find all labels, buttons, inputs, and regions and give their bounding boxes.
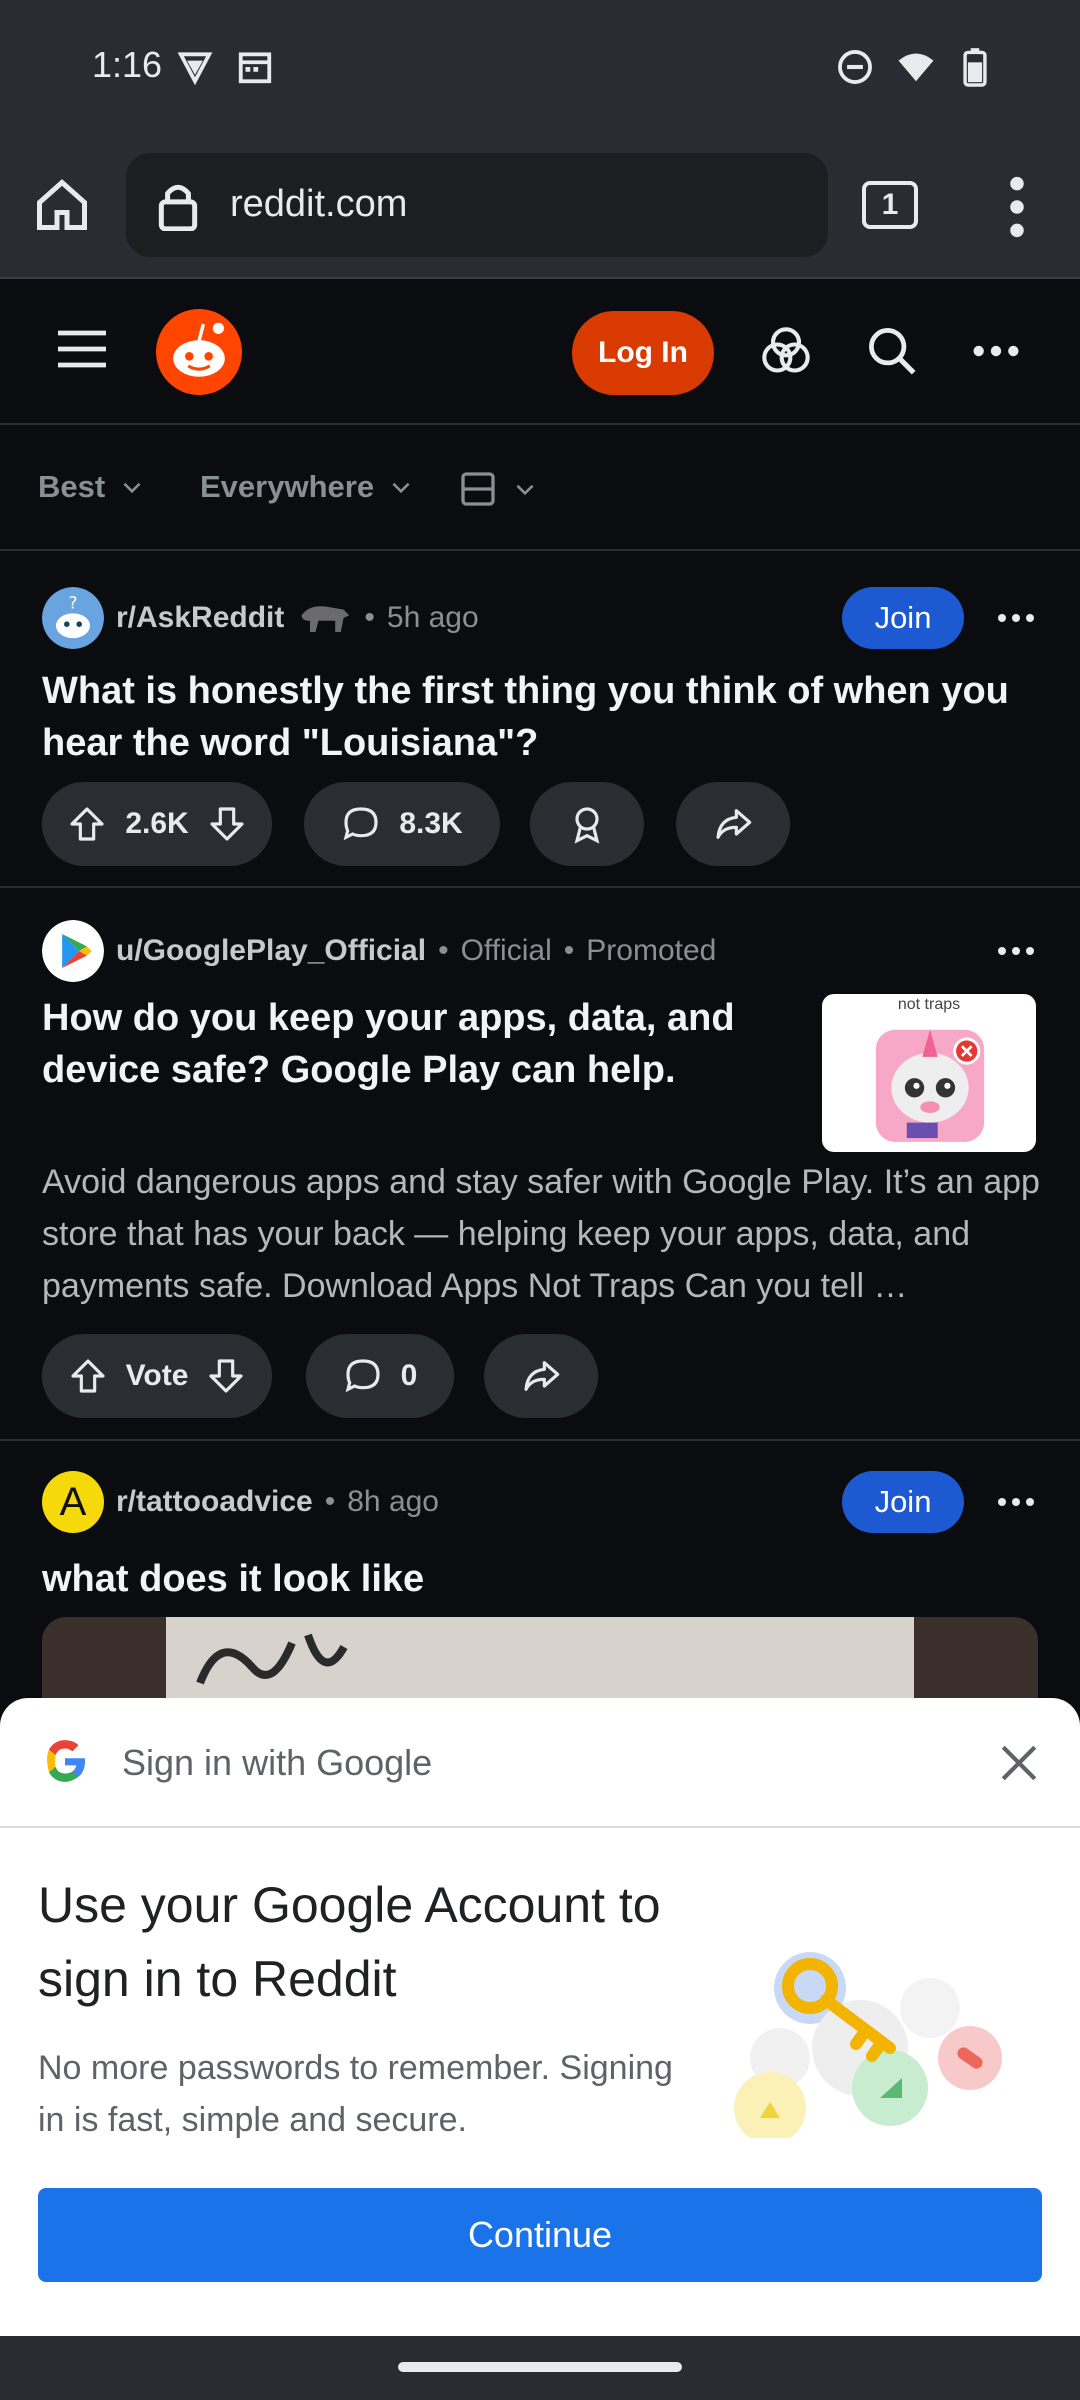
thumbnail-caption: not traps — [897, 996, 961, 1013]
comments-button[interactable]: 0 — [306, 1334, 454, 1418]
meta-separator: • — [563, 934, 575, 967]
subreddit-name[interactable]: r/tattooadvice — [116, 1485, 313, 1519]
home-icon[interactable] — [32, 175, 92, 235]
vote-label: Vote — [125, 1359, 189, 1392]
card-view-icon — [461, 472, 495, 506]
unicorn-character-image — [875, 1029, 985, 1142]
post-title[interactable]: What is honestly the first thing you thi… — [42, 665, 1042, 769]
share-icon — [524, 1361, 560, 1391]
comment-icon — [345, 1359, 380, 1393]
meta-separator: • — [324, 1485, 336, 1518]
downvote-icon[interactable] — [206, 1356, 246, 1396]
more-options-icon[interactable] — [970, 325, 1022, 377]
status-time: 1:16 — [92, 44, 163, 85]
share-button[interactable] — [676, 782, 790, 866]
vpn-shield-icon — [177, 52, 213, 86]
url-text: reddit.com — [230, 183, 408, 225]
google-play-avatar[interactable] — [42, 920, 104, 982]
hamburger-menu-icon[interactable] — [58, 329, 106, 369]
sheet-header: Sign in with Google — [0, 1698, 1080, 1828]
do-not-disturb-icon — [838, 50, 872, 84]
tattoo-ink-image — [196, 1633, 348, 1685]
vote-count: 2.6K — [125, 807, 189, 840]
comment-count: 8.3K — [399, 807, 463, 840]
promoted-post-card[interactable]: u/GooglePlay_Official • Official • Promo… — [0, 888, 1080, 1441]
search-icon[interactable] — [866, 325, 918, 377]
award-icon — [574, 807, 600, 844]
sort-dropdown[interactable]: Best — [38, 469, 145, 505]
post-meta: A r/tattooadvice • 8h ago — [42, 1471, 439, 1533]
comment-icon — [343, 807, 378, 841]
post-more-icon[interactable] — [996, 943, 1036, 959]
meta-separator: • — [364, 601, 375, 634]
status-left-icons — [176, 48, 274, 86]
address-bar[interactable]: reddit.com — [126, 153, 828, 257]
feed-sort-bar: Best Everywhere — [0, 425, 1080, 551]
reddit-logo-icon[interactable] — [156, 309, 242, 395]
browser-toolbar: reddit.com 1 — [0, 135, 1080, 277]
vote-pill: 2.6K — [42, 782, 272, 866]
share-button[interactable] — [484, 1334, 598, 1418]
downvote-icon[interactable] — [207, 804, 247, 844]
promoted-label: Promoted — [586, 934, 717, 967]
chevron-down-icon — [123, 482, 141, 494]
subreddit-avatar[interactable]: A — [42, 1471, 104, 1533]
google-sign-in-sheet: Sign in with Google Use your Google Acco… — [0, 1698, 1080, 2336]
gesture-handle[interactable] — [398, 2362, 682, 2372]
subreddit-name[interactable]: r/AskReddit — [116, 601, 284, 635]
upvote-icon[interactable] — [68, 1356, 108, 1396]
post-time: 5h ago — [386, 601, 479, 634]
location-dropdown[interactable]: Everywhere — [200, 469, 414, 505]
continue-button[interactable]: Continue — [38, 2188, 1042, 2282]
chevron-down-icon — [392, 482, 410, 494]
post-title[interactable]: How do you keep your apps, data, and dev… — [42, 992, 802, 1096]
comment-count: 0 — [400, 1359, 418, 1392]
log-in-button[interactable]: Log In — [572, 311, 714, 395]
post-body[interactable]: Avoid dangerous apps and stay safer with… — [42, 1156, 1042, 1312]
vote-pill: Vote — [42, 1334, 272, 1418]
community-flair-icon — [301, 606, 350, 632]
google-g-icon — [47, 1740, 85, 1782]
join-button[interactable]: Join — [842, 587, 964, 649]
award-button[interactable] — [530, 782, 644, 866]
get-app-icon[interactable] — [760, 325, 812, 377]
post-meta: u/GooglePlay_Official • Official • Promo… — [42, 920, 716, 982]
official-label: Official — [460, 934, 552, 967]
sheet-description: No more passwords to remember. Signing i… — [38, 2049, 673, 2139]
svg-text:?: ? — [68, 594, 77, 614]
status-right-icons — [836, 48, 992, 88]
location-label: Everywhere — [200, 469, 375, 504]
reddit-header: Log In — [0, 277, 1080, 425]
share-icon — [716, 809, 752, 839]
upvote-icon[interactable] — [67, 804, 107, 844]
status-bar: 1:16 — [0, 0, 1080, 135]
post-meta: ? r/AskReddit • 5h ago — [42, 587, 479, 649]
view-mode-dropdown[interactable] — [458, 469, 538, 509]
join-button[interactable]: Join — [842, 1471, 964, 1533]
comments-button[interactable]: 8.3K — [304, 782, 500, 866]
chevron-down-icon — [516, 484, 534, 496]
post-card[interactable]: ? r/AskReddit • 5h ago Join What is hone… — [0, 551, 1080, 888]
sheet-header-title: Sign in with Google — [122, 1742, 433, 1783]
post-more-icon[interactable] — [996, 1494, 1036, 1510]
subreddit-avatar[interactable]: ? — [42, 587, 104, 649]
post-more-icon[interactable] — [996, 610, 1036, 626]
wifi-icon — [898, 53, 934, 82]
post-time: 8h ago — [347, 1485, 439, 1518]
battery-icon — [963, 48, 987, 87]
sort-label: Best — [38, 469, 106, 504]
calendar-icon — [238, 52, 272, 84]
passkey-illustration — [734, 1952, 1002, 2138]
user-name[interactable]: u/GooglePlay_Official — [116, 934, 426, 968]
post-title[interactable]: what does it look like — [42, 1553, 1042, 1605]
tab-switcher-button[interactable]: 1 — [862, 181, 918, 229]
meta-separator: • — [438, 934, 449, 967]
browser-menu-icon[interactable] — [1004, 175, 1030, 239]
close-icon[interactable] — [998, 1742, 1040, 1784]
sheet-title: Use your Google Account to sign in to Re… — [38, 1877, 661, 2007]
ad-thumbnail[interactable]: not traps — [822, 994, 1036, 1152]
lock-icon — [158, 184, 198, 231]
system-navigation-bar — [0, 2336, 1080, 2400]
